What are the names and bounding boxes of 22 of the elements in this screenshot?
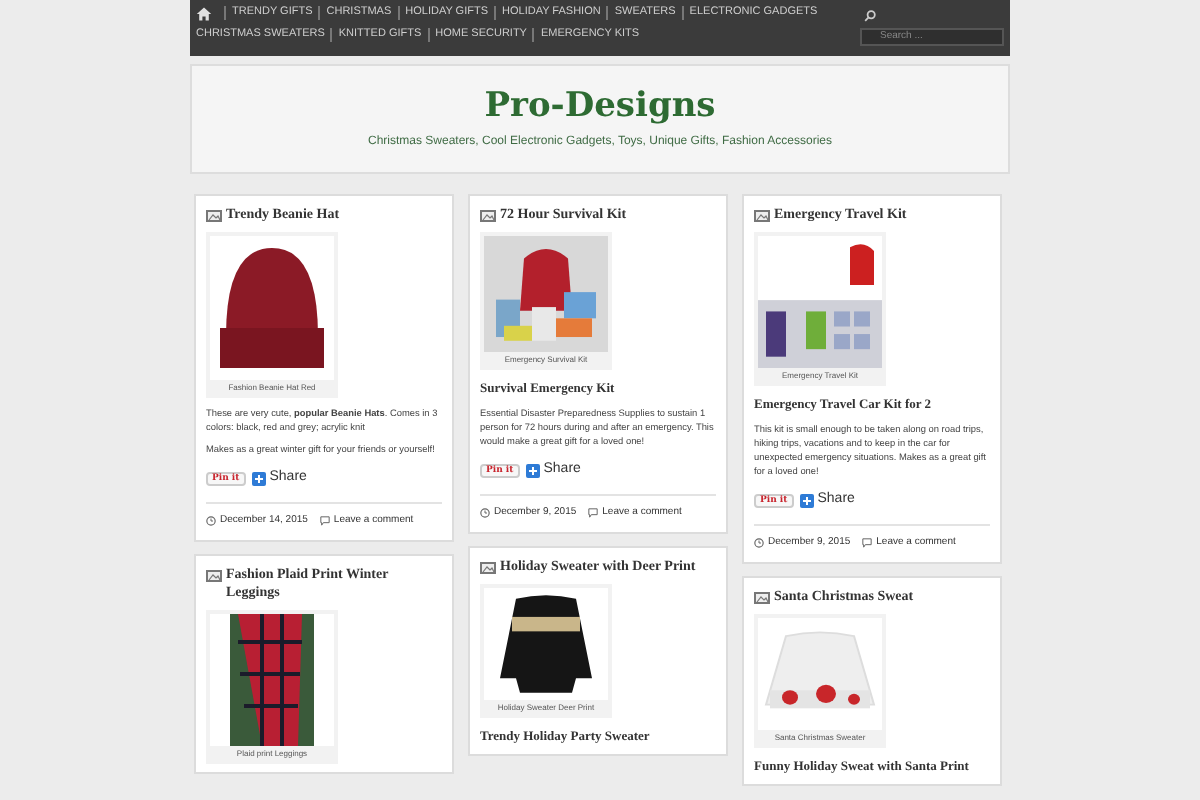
image-icon xyxy=(754,210,770,222)
image-icon xyxy=(754,592,770,604)
image-icon xyxy=(206,570,222,582)
plus-icon xyxy=(799,493,814,508)
product-photo xyxy=(210,236,334,380)
image-icon xyxy=(480,210,496,222)
clock-icon xyxy=(480,507,490,518)
speech-bubble-icon xyxy=(862,537,873,548)
product-photo xyxy=(758,236,882,368)
image-icon xyxy=(206,210,222,222)
plus-icon xyxy=(525,463,540,478)
speech-bubble-icon xyxy=(319,515,330,526)
clock-icon xyxy=(206,515,216,526)
image-icon xyxy=(480,562,496,574)
site-title[interactable]: Pro-Designs xyxy=(484,86,716,126)
product-photo xyxy=(484,588,608,700)
home-icon[interactable] xyxy=(196,5,212,21)
plus-icon xyxy=(251,471,266,486)
product-photo xyxy=(210,614,334,746)
clock-icon xyxy=(754,537,764,548)
search-icon xyxy=(864,9,876,21)
speech-bubble-icon xyxy=(588,507,599,518)
